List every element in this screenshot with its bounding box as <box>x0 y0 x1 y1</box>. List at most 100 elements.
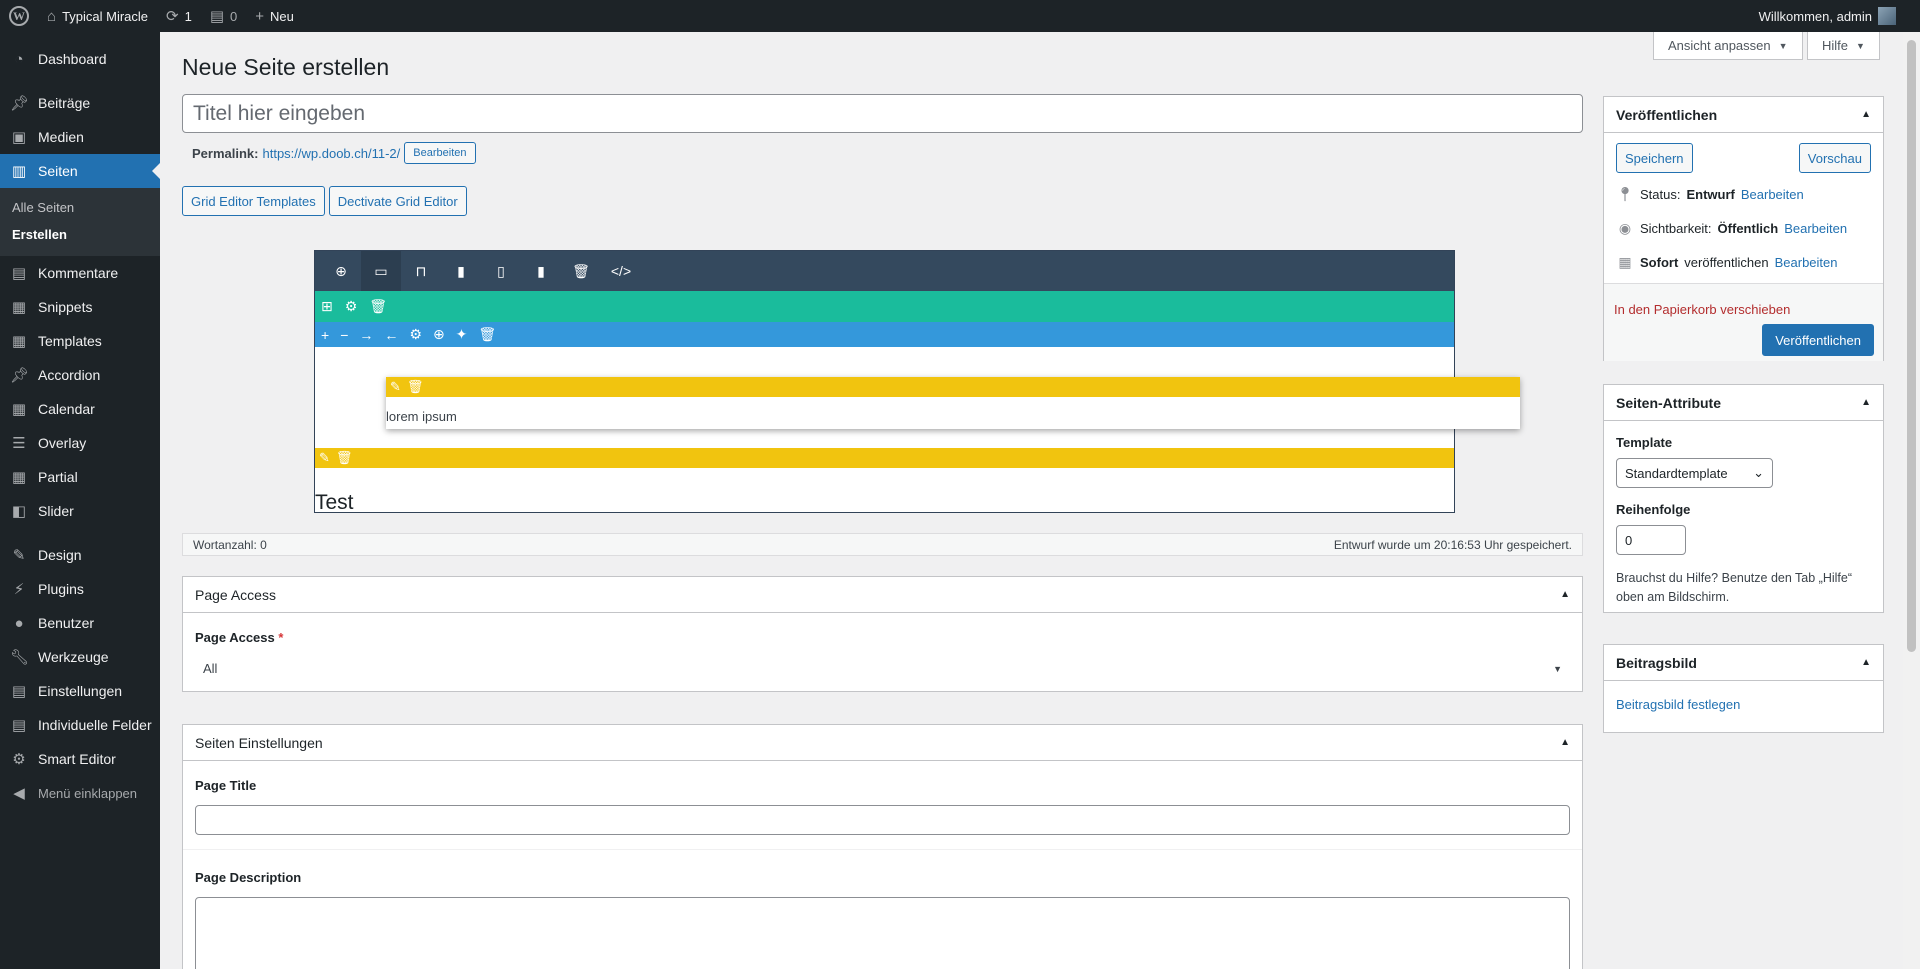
status-edit-link[interactable]: Bearbeiten <box>1741 187 1804 202</box>
updates-count: 1 <box>184 8 192 24</box>
publish-header[interactable]: Veröffentlichen ▲ <box>1604 97 1883 133</box>
page-icon: ▥ <box>11 163 27 180</box>
caret-up-icon[interactable]: ▲ <box>1560 589 1570 600</box>
sidebar-item-seiten[interactable]: ▥ Seiten <box>0 154 160 188</box>
page-title-input[interactable] <box>195 805 1570 835</box>
magic-wand-icon[interactable]: ✦ <box>456 326 468 343</box>
trash-icon[interactable]: 🗑︎ <box>561 251 601 291</box>
row-settings-icon[interactable]: ⚙ <box>345 298 358 315</box>
permalink-url[interactable]: https://wp.doob.ch/11-2/ <box>262 146 400 161</box>
help-text: Brauchst du Hilfe? Benutze den Tab „Hilf… <box>1616 569 1871 607</box>
sidebar-item-kommentare[interactable]: ▤ Kommentare <box>0 256 160 290</box>
calendar-icon: ▦ <box>11 401 27 418</box>
new-content-link[interactable]: + Neu <box>246 0 303 32</box>
caret-up-icon[interactable]: ▲ <box>1560 737 1570 748</box>
required-mark: * <box>278 630 284 645</box>
sidebar-item-calendar[interactable]: ▦ Calendar <box>0 392 160 426</box>
page-settings-header[interactable]: Seiten Einstellungen ▲ <box>183 725 1582 761</box>
desktop-icon[interactable]: ▭ <box>361 251 401 291</box>
save-draft-button[interactable]: Speichern <box>1616 143 1693 173</box>
caret-up-icon[interactable]: ▲ <box>1861 657 1871 668</box>
visibility-edit-link[interactable]: Bearbeiten <box>1784 221 1847 236</box>
permalink-row: Permalink: https://wp.doob.ch/11-2/ Bear… <box>192 142 476 164</box>
sidebar-item-templates[interactable]: ▦ Templates <box>0 324 160 358</box>
trash-link[interactable]: In den Papierkorb verschieben <box>1614 302 1790 317</box>
grid-editor-templates-button[interactable]: Grid Editor Templates <box>182 186 325 216</box>
edit-icon[interactable]: ✎ <box>390 379 401 395</box>
deactivate-grid-editor-button[interactable]: Dectivate Grid Editor <box>328 186 467 216</box>
row-layout-icon[interactable]: ⊞ <box>321 298 333 315</box>
sidebar-item-label: Overlay <box>38 435 87 451</box>
set-featured-image-link[interactable]: Beitragsbild festlegen <box>1616 697 1740 712</box>
caret-up-icon[interactable]: ▲ <box>1861 109 1871 120</box>
sidebar-item-slider[interactable]: ◧ Slider <box>0 494 160 528</box>
add-row-icon[interactable]: ⊕ <box>321 251 361 291</box>
column-settings-icon[interactable]: ⚙ <box>409 326 422 343</box>
row-trash-icon[interactable]: 🗑︎ <box>369 298 387 315</box>
main-content: Ansicht anpassen ▼ Hilfe ▼ Neue Seite er… <box>160 32 1900 969</box>
sidebar-item-individuelle-felder[interactable]: ▤ Individuelle Felder <box>0 708 160 742</box>
sidebar-item-werkzeuge[interactable]: 🔧︎ Werkzeuge <box>0 640 160 674</box>
edit-icon[interactable]: ✎ <box>319 450 330 466</box>
arrow-right-icon[interactable]: → <box>359 327 373 343</box>
sidebar-item-snippets[interactable]: ▦ Snippets <box>0 290 160 324</box>
preview-button[interactable]: Vorschau <box>1798 143 1871 173</box>
comments-link[interactable]: ▤ 0 <box>201 0 246 32</box>
column-remove-icon[interactable]: − <box>340 327 348 343</box>
title-input[interactable]: Titel hier eingeben <box>182 94 1583 133</box>
template-select[interactable]: Standardtemplate ⌄ <box>1616 458 1773 488</box>
box-title: Seiten Einstellungen <box>195 734 323 751</box>
page-access-select[interactable]: All ▼ <box>195 661 1570 676</box>
site-name: Typical Miracle <box>62 8 149 24</box>
collapse-menu-button[interactable]: ◀ Menü einklappen <box>0 776 160 810</box>
page-description-textarea[interactable] <box>195 897 1570 969</box>
code-icon[interactable]: </> <box>601 251 641 291</box>
sidebar-item-smart-editor[interactable]: ⚙ Smart Editor <box>0 742 160 776</box>
submenu-item-erstellen[interactable]: Erstellen <box>0 221 160 248</box>
sidebar-item-medien[interactable]: ▣ Medien <box>0 120 160 154</box>
publish-button[interactable]: Veröffentlichen <box>1762 324 1874 356</box>
site-name-link[interactable]: ⌂ Typical Miracle <box>38 0 157 32</box>
sidebar-item-overlay[interactable]: ☰ Overlay <box>0 426 160 460</box>
page-attributes-header[interactable]: Seiten-Attribute ▲ <box>1604 385 1883 421</box>
screen-options-button[interactable]: Ansicht anpassen ▼ <box>1653 32 1803 60</box>
column-add-icon[interactable]: + <box>321 327 329 343</box>
order-input[interactable]: 0 <box>1616 525 1686 555</box>
laptop-icon[interactable]: ⊓ <box>401 251 441 291</box>
settings-icon: ▤ <box>11 683 27 700</box>
column-add-element-icon[interactable]: ⊕ <box>433 326 445 343</box>
featured-image-header[interactable]: Beitragsbild ▲ <box>1604 645 1883 681</box>
sidebar-item-partial[interactable]: ▦ Partial <box>0 460 160 494</box>
template-icon: ▦ <box>11 333 27 350</box>
element-text[interactable]: Test <box>315 491 354 515</box>
column-trash-icon[interactable]: 🗑︎ <box>478 326 496 343</box>
permalink-edit-button[interactable]: Bearbeiten <box>404 142 476 164</box>
page-access-header[interactable]: Page Access ▲ <box>183 577 1582 613</box>
scrollbar-thumb[interactable] <box>1907 40 1916 652</box>
sidebar-item-beitraege[interactable]: 📌︎ Beiträge <box>0 86 160 120</box>
sidebar-item-dashboard[interactable]: ◔ Dashboard <box>0 42 160 76</box>
my-account-link[interactable]: Willkommen, admin <box>1750 0 1920 32</box>
caret-up-icon[interactable]: ▲ <box>1861 397 1871 408</box>
sidebar-item-benutzer[interactable]: ● Benutzer <box>0 606 160 640</box>
mobile-icon[interactable]: ▮ <box>521 251 561 291</box>
schedule-edit-link[interactable]: Bearbeiten <box>1775 255 1838 270</box>
tablet-landscape-icon[interactable]: ▯ <box>481 251 521 291</box>
tablet-icon[interactable]: ▮ <box>441 251 481 291</box>
sidebar-item-label: Dashboard <box>38 51 107 67</box>
sidebar-item-design[interactable]: ✎ Design <box>0 538 160 572</box>
sidebar-item-plugins[interactable]: ⚡︎ Plugins <box>0 572 160 606</box>
sidebar-item-accordion[interactable]: 📌︎ Accordion <box>0 358 160 392</box>
wp-logo-menu[interactable]: W <box>0 0 38 32</box>
help-button[interactable]: Hilfe ▼ <box>1807 32 1880 60</box>
element-trash-icon[interactable]: 🗑︎ <box>407 379 424 395</box>
updates-link[interactable]: ⟳ 1 <box>157 0 201 32</box>
scrollbar[interactable] <box>1903 32 1920 969</box>
sidebar-item-label: Werkzeuge <box>38 649 109 665</box>
element-trash-icon[interactable]: 🗑︎ <box>336 450 353 466</box>
sidebar-item-einstellungen[interactable]: ▤ Einstellungen <box>0 674 160 708</box>
arrow-left-icon[interactable]: ← <box>384 327 398 343</box>
dragged-element[interactable]: ✎ 🗑︎ lorem ipsum <box>386 377 1520 429</box>
submenu-item-alle-seiten[interactable]: Alle Seiten <box>0 194 160 221</box>
screen-options-label: Ansicht anpassen <box>1668 38 1771 53</box>
